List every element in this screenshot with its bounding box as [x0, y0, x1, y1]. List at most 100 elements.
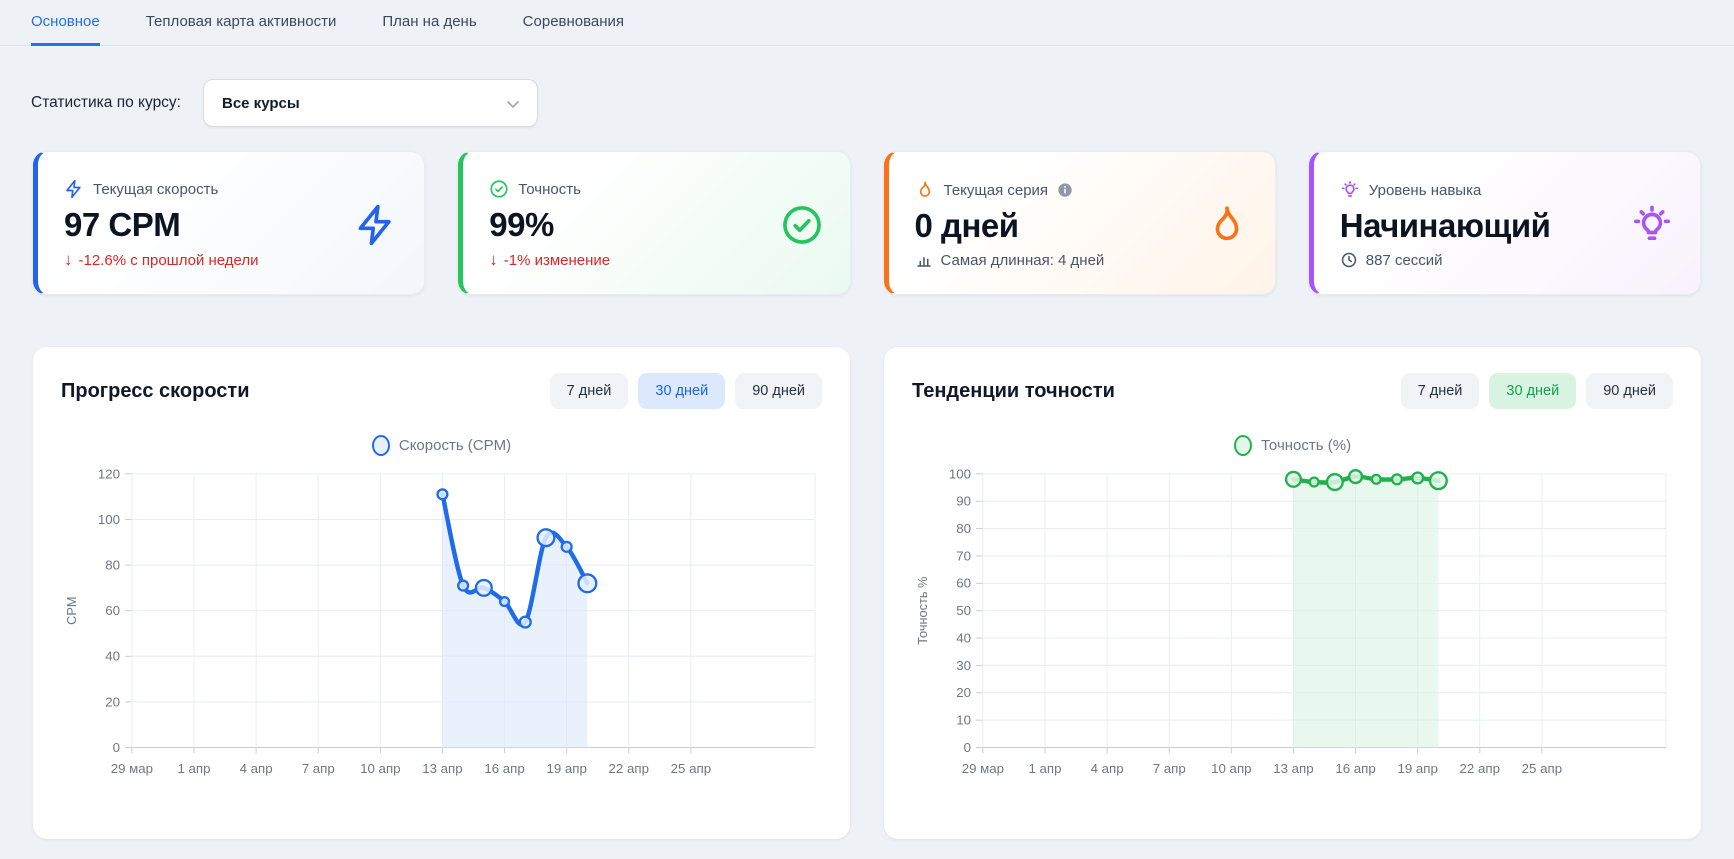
range-90-days-button[interactable]: 90 дней: [735, 373, 822, 409]
legend-label: Скорость (CPM): [399, 437, 511, 454]
range-30-days-button[interactable]: 30 дней: [1489, 373, 1576, 409]
svg-text:20: 20: [105, 694, 120, 709]
stat-card-current-streak: Текущая серия 0 дней Самая длинная: 4 дн…: [884, 151, 1276, 295]
stat-delta: ↓ -12.6% с прошлой недели: [64, 250, 259, 270]
stat-value: 97 CPM: [64, 206, 259, 244]
tab-competitions[interactable]: Соревнования: [523, 0, 624, 46]
stat-delta-text: -12.6% с прошлой недели: [79, 252, 259, 269]
clock-icon: [1340, 251, 1358, 269]
svg-text:16 апр: 16 апр: [484, 761, 524, 776]
svg-text:4 апр: 4 апр: [1091, 761, 1124, 776]
svg-text:0: 0: [113, 740, 120, 755]
stat-sub-text: Самая длинная: 4 дней: [941, 252, 1105, 269]
svg-text:4 апр: 4 апр: [240, 761, 273, 776]
stat-label: Текущая скорость: [93, 181, 218, 198]
stat-sub: 887 сессий: [1340, 251, 1551, 269]
accuracy-line-chart: 0 10 20 30 40 50 60 70 80 90 100 29 мар 1 апр 4 апр 7 …: [912, 464, 1673, 791]
svg-text:7 апр: 7 апр: [302, 761, 335, 776]
speed-line-chart: 0 20 40 60 80 100 120 29 мар 1 апр 4 апр 7 апр 10 а…: [61, 464, 822, 791]
svg-text:80: 80: [956, 521, 971, 536]
chart-title: Тенденции точности: [912, 380, 1115, 403]
check-circle-icon-large: [780, 203, 824, 247]
svg-text:100: 100: [98, 512, 120, 527]
stat-cards-row: Текущая скорость 97 CPM ↓ -12.6% с прошл…: [33, 151, 1701, 295]
svg-text:50: 50: [956, 603, 971, 618]
svg-text:40: 40: [956, 630, 971, 645]
svg-text:80: 80: [105, 558, 120, 573]
arrow-down-icon: ↓: [489, 250, 498, 270]
info-icon[interactable]: [1057, 182, 1073, 198]
bar-chart-icon: [915, 251, 933, 269]
bolt-icon-large: [354, 203, 398, 247]
range-buttons: 7 дней 30 дней 90 дней: [550, 373, 822, 409]
legend-marker-icon: [372, 435, 390, 456]
svg-text:60: 60: [105, 603, 120, 618]
accuracy-trends-chart-card: Тенденции точности 7 дней 30 дней 90 дне…: [884, 347, 1701, 839]
svg-text:16 апр: 16 апр: [1335, 761, 1375, 776]
bolt-icon: [64, 179, 84, 199]
stat-value: 0 дней: [915, 207, 1105, 245]
svg-text:13 апр: 13 апр: [1273, 761, 1313, 776]
stat-card-skill-level: Уровень навыка Начинающий 887 сессий: [1309, 151, 1701, 295]
course-select[interactable]: Все курсы: [203, 79, 538, 127]
course-filter-label: Статистика по курсу:: [31, 94, 181, 112]
svg-text:70: 70: [956, 548, 971, 563]
course-filter-row: Статистика по курсу: Все курсы: [31, 79, 1703, 127]
svg-text:20: 20: [956, 685, 971, 700]
stat-label: Уровень навыка: [1369, 182, 1482, 199]
flame-icon: [915, 180, 935, 200]
range-7-days-button[interactable]: 7 дней: [550, 373, 629, 409]
svg-text:10 апр: 10 апр: [360, 761, 400, 776]
tab-main[interactable]: Основное: [31, 0, 100, 46]
svg-text:1 апр: 1 апр: [1028, 761, 1061, 776]
course-select-value: Все курсы: [222, 95, 300, 112]
check-circle-icon: [489, 179, 509, 199]
stat-delta-text: -1% изменение: [504, 252, 610, 269]
svg-text:120: 120: [98, 466, 120, 481]
svg-text:22 апр: 22 апр: [609, 761, 649, 776]
charts-row: Прогресс скорости 7 дней 30 дней 90 дней…: [33, 347, 1701, 839]
svg-text:19 апр: 19 апр: [1397, 761, 1437, 776]
range-90-days-button[interactable]: 90 дней: [1586, 373, 1673, 409]
svg-text:25 апр: 25 апр: [671, 761, 711, 776]
svg-text:Точность %: Точность %: [915, 577, 930, 645]
svg-text:13 апр: 13 апр: [422, 761, 462, 776]
svg-text:25 апр: 25 апр: [1522, 761, 1562, 776]
range-30-days-button[interactable]: 30 дней: [638, 373, 725, 409]
svg-text:60: 60: [956, 576, 971, 591]
speed-progress-chart-card: Прогресс скорости 7 дней 30 дней 90 дней…: [33, 347, 850, 839]
stat-label: Текущая серия: [944, 182, 1049, 199]
stat-value: Начинающий: [1340, 207, 1551, 245]
legend-label: Точность (%): [1261, 437, 1351, 454]
tab-activity-heatmap[interactable]: Тепловая карта активности: [146, 0, 337, 46]
chevron-down-icon: [503, 94, 523, 114]
chart-legend[interactable]: Скорость (CPM): [61, 435, 822, 456]
svg-text:22 апр: 22 апр: [1460, 761, 1500, 776]
svg-text:40: 40: [105, 649, 120, 664]
svg-text:1 апр: 1 апр: [177, 761, 210, 776]
range-buttons: 7 дней 30 дней 90 дней: [1401, 373, 1673, 409]
arrow-down-icon: ↓: [64, 250, 73, 270]
range-7-days-button[interactable]: 7 дней: [1401, 373, 1480, 409]
svg-text:29 мар: 29 мар: [962, 761, 1004, 776]
legend-marker-icon: [1234, 435, 1252, 456]
stat-card-accuracy: Точность 99% ↓ -1% изменение: [458, 151, 850, 295]
bulb-icon: [1340, 180, 1360, 200]
stat-sub: Самая длинная: 4 дней: [915, 251, 1105, 269]
stat-card-current-speed: Текущая скорость 97 CPM ↓ -12.6% с прошл…: [33, 151, 425, 295]
stat-label: Точность: [518, 181, 581, 198]
svg-text:10: 10: [956, 713, 971, 728]
stat-sub-text: 887 сессий: [1366, 252, 1443, 269]
svg-text:CPM: CPM: [64, 596, 79, 624]
svg-text:0: 0: [964, 740, 971, 755]
svg-text:7 апр: 7 апр: [1153, 761, 1186, 776]
chart-title: Прогресс скорости: [61, 380, 250, 403]
svg-text:29 мар: 29 мар: [111, 761, 153, 776]
svg-text:90: 90: [956, 494, 971, 509]
chart-legend[interactable]: Точность (%): [912, 435, 1673, 456]
bulb-icon-large: [1630, 203, 1674, 247]
svg-text:30: 30: [956, 658, 971, 673]
svg-text:100: 100: [949, 466, 971, 481]
flame-icon-large: [1205, 203, 1249, 247]
tab-day-plan[interactable]: План на день: [382, 0, 476, 46]
